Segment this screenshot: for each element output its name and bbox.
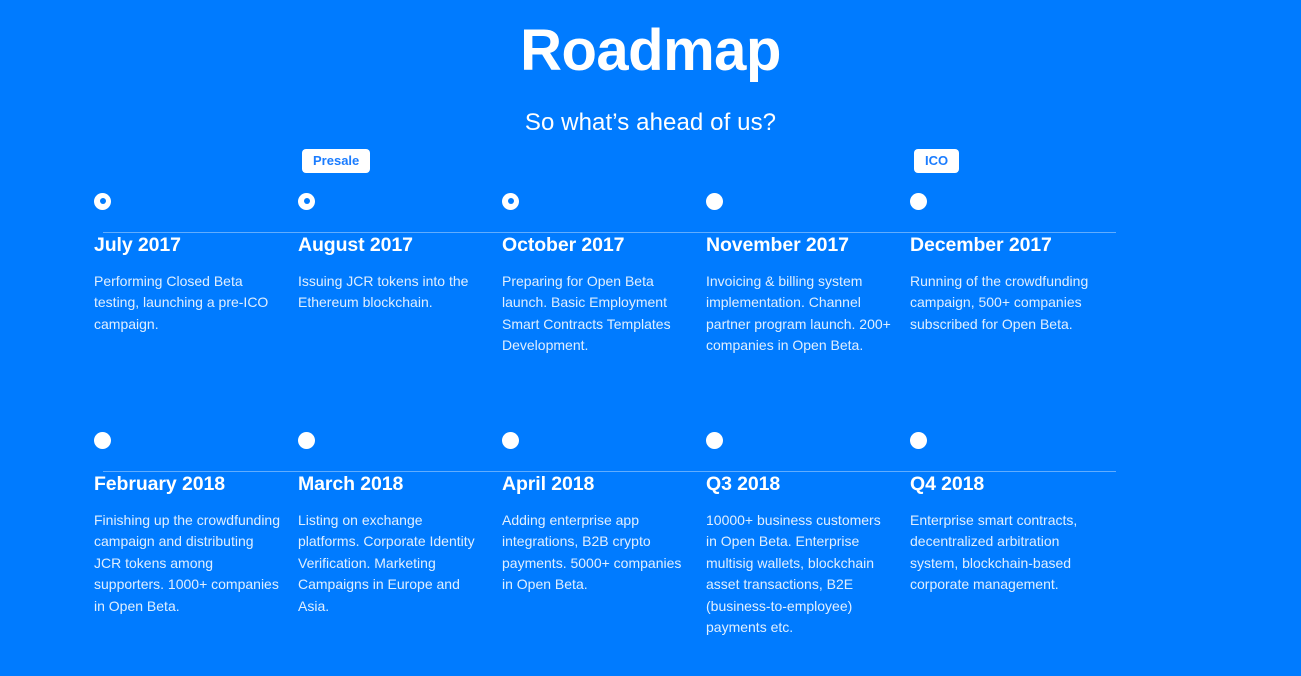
milestone-date: August 2017: [298, 233, 413, 256]
milestone-date: July 2017: [94, 233, 181, 256]
milestone-description: Performing Closed Beta testing, launchin…: [94, 272, 269, 332]
milestone-marker-icon[interactable]: [910, 192, 929, 212]
timeline-row: July 2017 Performing Closed Beta testing…: [94, 148, 1301, 432]
page-subtitle: So what’s ahead of us?: [524, 108, 777, 136]
timeline-milestone[interactable]: February 2018 Finishing up the crowdfund…: [94, 431, 298, 639]
milestone-description: Preparing for Open Beta launch. Basic Em…: [502, 272, 671, 354]
timeline-milestone[interactable]: July 2017 Performing Closed Beta testing…: [94, 192, 298, 357]
milestone-description: Finishing up the crowdfunding campaign a…: [94, 511, 281, 614]
milestone-marker-icon[interactable]: [502, 192, 521, 212]
timeline-milestone[interactable]: Q3 2018 10000+ business customers in Ope…: [706, 431, 910, 639]
timeline-milestone[interactable]: October 2017 Preparing for Open Beta lau…: [502, 192, 706, 357]
milestone-description: Invoicing & billing system implementatio…: [706, 272, 891, 354]
milestone-description: Enterprise smart contracts, decentralize…: [910, 511, 1078, 593]
timeline-milestone[interactable]: April 2018 Adding enterprise app integra…: [502, 431, 706, 639]
timeline-milestone[interactable]: Q4 2018 Enterprise smart contracts, dece…: [910, 431, 1114, 639]
roadmap-timeline: July 2017 Performing Closed Beta testing…: [0, 148, 1301, 639]
timeline-row: February 2018 Finishing up the crowdfund…: [94, 431, 1301, 639]
milestone-marker-icon[interactable]: [910, 431, 929, 451]
milestone-description: Issuing JCR tokens into the Ethereum blo…: [298, 272, 469, 311]
milestone-marker-icon[interactable]: [706, 431, 725, 451]
milestone-marker-icon[interactable]: [94, 192, 113, 212]
timeline-row-items: February 2018 Finishing up the crowdfund…: [94, 431, 1301, 639]
milestone-badge: ICO: [914, 148, 960, 173]
milestone-description: 10000+ business customers in Open Beta. …: [706, 511, 881, 636]
milestone-description: Adding enterprise app integrations, B2B …: [502, 511, 682, 593]
milestone-date: Q3 2018: [706, 472, 781, 495]
milestone-badge: Presale: [302, 148, 371, 173]
timeline-milestone[interactable]: Presale August 2017 Issuing JCR tokens i…: [298, 148, 502, 357]
milestone-marker-icon[interactable]: [94, 431, 113, 451]
milestone-marker-icon[interactable]: [502, 431, 521, 451]
milestone-date: April 2018: [502, 472, 595, 495]
timeline-row-items: July 2017 Performing Closed Beta testing…: [94, 148, 1301, 357]
milestone-description: Listing on exchange platforms. Corporate…: [298, 511, 475, 614]
milestone-date: February 2018: [94, 472, 225, 495]
milestone-marker-icon[interactable]: [706, 192, 725, 212]
milestone-date: December 2017: [910, 233, 1052, 256]
page-header: Roadmap So what’s ahead of us?: [0, 0, 1301, 137]
page-title: Roadmap: [520, 18, 781, 83]
timeline-milestone[interactable]: November 2017 Invoicing & billing system…: [706, 192, 910, 357]
milestone-description: Running of the crowdfunding campaign, 50…: [910, 272, 1089, 332]
milestone-date: Q4 2018: [910, 472, 985, 495]
milestone-marker-icon[interactable]: [298, 431, 317, 451]
milestone-date: November 2017: [706, 233, 849, 256]
milestone-marker-icon[interactable]: [298, 192, 317, 212]
timeline-milestone[interactable]: ICO December 2017 Running of the crowdfu…: [910, 148, 1114, 357]
timeline-milestone[interactable]: March 2018 Listing on exchange platforms…: [298, 431, 502, 639]
milestone-date: March 2018: [298, 472, 404, 495]
milestone-date: October 2017: [502, 233, 625, 256]
